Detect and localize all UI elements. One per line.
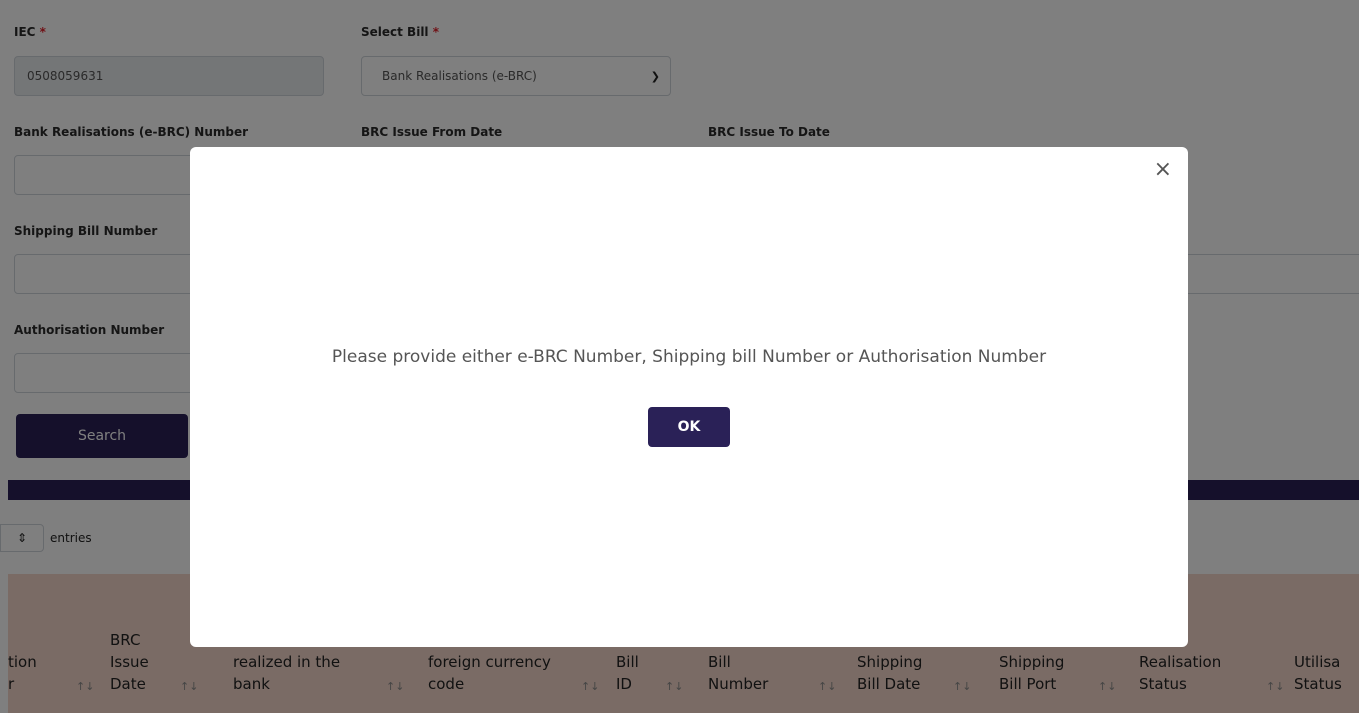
alert-modal: × Please provide either e-BRC Number, Sh… xyxy=(190,147,1188,647)
ok-button[interactable]: OK xyxy=(648,407,730,447)
close-icon[interactable]: × xyxy=(1154,157,1172,182)
modal-message: Please provide either e-BRC Number, Ship… xyxy=(331,347,1047,367)
